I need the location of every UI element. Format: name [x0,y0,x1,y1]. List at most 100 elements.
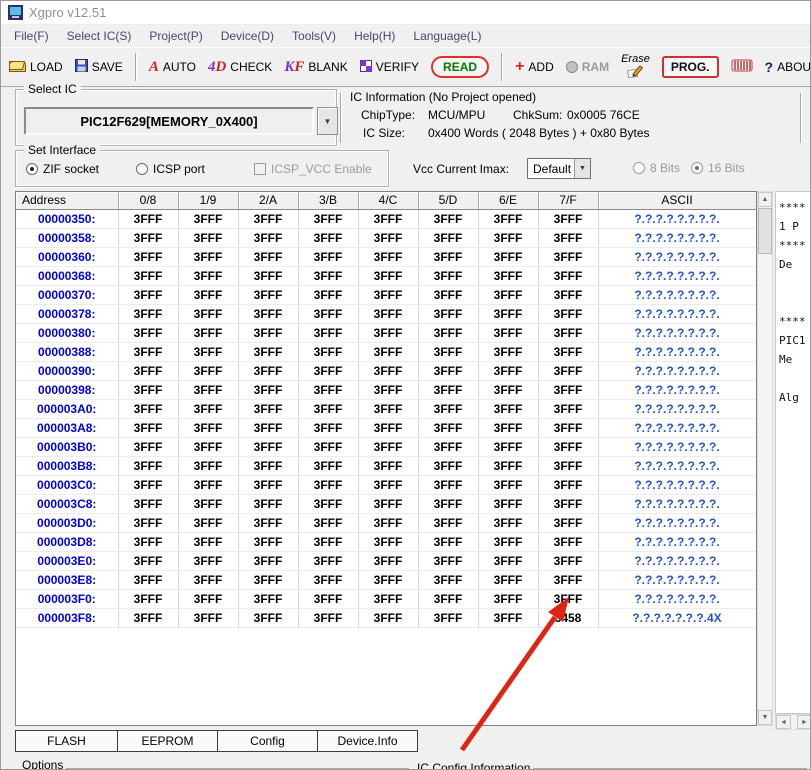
hex-cell[interactable]: 3FFF [418,285,478,304]
hex-cell[interactable]: 3FFF [478,589,538,608]
hex-cell[interactable]: 3FFF [418,513,478,532]
hex-cell[interactable]: 3FFF [418,456,478,475]
hex-cell[interactable]: 3FFF [478,285,538,304]
hex-ascii[interactable]: ?.?.?.?.?.?.?.?. [598,399,756,418]
hex-ascii[interactable]: ?.?.?.?.?.?.?.?. [598,247,756,266]
hex-cell[interactable]: 3FFF [538,323,598,342]
tab-config[interactable]: Config [217,730,318,752]
hex-ascii[interactable]: ?.?.?.?.?.?.?.?. [598,304,756,323]
hex-cell[interactable]: 3FFF [238,361,298,380]
hex-cell[interactable]: 3FFF [118,285,178,304]
hex-cell[interactable]: 3FFF [478,399,538,418]
hex-cell[interactable]: 3FFF [298,380,358,399]
hex-cell[interactable]: 3FFF [478,532,538,551]
hex-cell[interactable]: 3FFF [178,247,238,266]
load-button[interactable]: LOAD [9,59,63,75]
hex-cell[interactable]: 3FFF [178,532,238,551]
hex-address[interactable]: 00000390: [16,361,118,380]
menu-item-language[interactable]: Language(L) [404,27,490,45]
hex-cell[interactable]: 3FFF [538,551,598,570]
hex-cell[interactable]: 3FFF [298,589,358,608]
hex-cell[interactable]: 3FFF [238,342,298,361]
hex-cell[interactable]: 3FFF [418,570,478,589]
tab-flash[interactable]: FLASH [15,730,118,752]
menu-item-project[interactable]: Project(P) [140,27,211,45]
hex-cell[interactable]: 3FFF [178,304,238,323]
ram-button[interactable]: RAM [566,60,609,74]
hex-address[interactable]: 00000378: [16,304,118,323]
hex-cell[interactable]: 3FFF [178,494,238,513]
hex-cell[interactable]: 3FFF [358,608,418,627]
hex-ascii[interactable]: ?.?.?.?.?.?.?.?. [598,494,756,513]
menu-item-device[interactable]: Device(D) [212,27,283,45]
hex-cell[interactable]: 3FFF [298,342,358,361]
hex-cell[interactable]: 3FFF [358,361,418,380]
hex-cell[interactable]: 3FFF [538,589,598,608]
hex-cell[interactable]: 3FFF [298,513,358,532]
hex-cell[interactable]: 3FFF [118,570,178,589]
ic-select-dropdown-button[interactable]: ▼ [317,107,338,135]
hex-address[interactable]: 00000380: [16,323,118,342]
hex-cell[interactable]: 3458 [538,608,598,627]
hex-cell[interactable]: 3FFF [118,589,178,608]
hex-cell[interactable]: 3FFF [418,380,478,399]
hex-cell[interactable]: 3FFF [238,513,298,532]
hex-cell[interactable]: 3FFF [418,418,478,437]
hex-cell[interactable]: 3FFF [358,418,418,437]
hex-cell[interactable]: 3FFF [478,247,538,266]
hex-cell[interactable]: 3FFF [118,437,178,456]
hex-cell[interactable]: 3FFF [478,418,538,437]
hex-address[interactable]: 000003A0: [16,399,118,418]
hex-cell[interactable]: 3FFF [358,209,418,228]
hex-ascii[interactable]: ?.?.?.?.?.?.?.?. [598,209,756,228]
hex-cell[interactable]: 3FFF [298,551,358,570]
hex-cell[interactable]: 3FFF [118,494,178,513]
hex-address[interactable]: 000003A8: [16,418,118,437]
hex-address[interactable]: 000003B0: [16,437,118,456]
scroll-right-button[interactable]: ► [797,715,811,729]
hex-cell[interactable]: 3FFF [358,399,418,418]
hex-ascii[interactable]: ?.?.?.?.?.?.?.?. [598,532,756,551]
hex-cell[interactable]: 3FFF [418,589,478,608]
hex-cell[interactable]: 3FFF [298,532,358,551]
hex-cell[interactable]: 3FFF [178,380,238,399]
hex-cell[interactable]: 3FFF [238,285,298,304]
hex-cell[interactable]: 3FFF [298,304,358,323]
hex-cell[interactable]: 3FFF [298,323,358,342]
scroll-up-button[interactable]: ▲ [758,192,772,207]
hex-cell[interactable]: 3FFF [478,570,538,589]
hex-cell[interactable]: 3FFF [478,209,538,228]
hex-ascii[interactable]: ?.?.?.?.?.?.?.?. [598,266,756,285]
hex-cell[interactable]: 3FFF [358,228,418,247]
hex-cell[interactable]: 3FFF [298,570,358,589]
hex-cell[interactable]: 3FFF [538,532,598,551]
hex-cell[interactable]: 3FFF [478,437,538,456]
scroll-left-button[interactable]: ◄ [776,715,791,729]
hex-cell[interactable]: 3FFF [118,228,178,247]
menu-item-select-ic[interactable]: Select IC(S) [58,27,141,45]
hex-address[interactable]: 000003F8: [16,608,118,627]
hex-address[interactable]: 00000370: [16,285,118,304]
hex-cell[interactable]: 3FFF [538,456,598,475]
save-button[interactable]: SAVE [75,59,123,75]
hex-cell[interactable]: 3FFF [538,494,598,513]
hex-cell[interactable]: 3FFF [478,551,538,570]
hex-address[interactable]: 000003E0: [16,551,118,570]
hex-address[interactable]: 00000388: [16,342,118,361]
hex-cell[interactable]: 3FFF [178,456,238,475]
hex-address[interactable]: 000003D8: [16,532,118,551]
hex-cell[interactable]: 3FFF [478,494,538,513]
hex-cell[interactable]: 3FFF [178,361,238,380]
hex-cell[interactable]: 3FFF [418,475,478,494]
hex-cell[interactable]: 3FFF [238,209,298,228]
hex-address[interactable]: 000003B8: [16,456,118,475]
hex-cell[interactable]: 3FFF [298,437,358,456]
hex-ascii[interactable]: ?.?.?.?.?.?.?.?. [598,285,756,304]
hex-address[interactable]: 00000350: [16,209,118,228]
hex-cell[interactable]: 3FFF [358,437,418,456]
hex-cell[interactable]: 3FFF [298,418,358,437]
hex-cell[interactable]: 3FFF [238,532,298,551]
hex-cell[interactable]: 3FFF [478,342,538,361]
ic-select-combobox[interactable]: PIC12F629[MEMORY_0X400] [24,107,314,135]
auto-button[interactable]: A AUTO [149,60,196,74]
